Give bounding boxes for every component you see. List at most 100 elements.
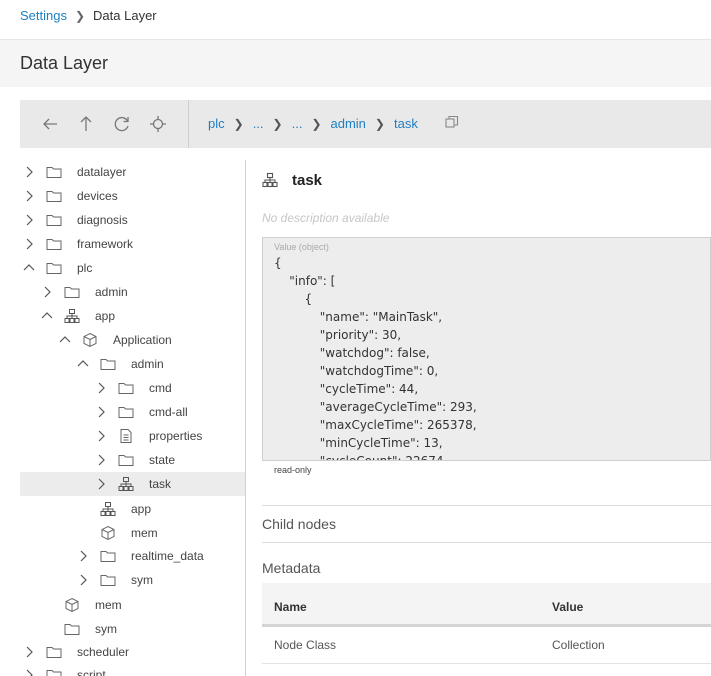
- tree-node[interactable]: devices: [20, 184, 245, 208]
- path-segment-ellipsis[interactable]: ...: [253, 116, 264, 131]
- tree-node-label: app: [95, 309, 116, 323]
- column-header-value[interactable]: Value: [552, 600, 583, 614]
- collapse-chevron-icon[interactable]: [40, 309, 54, 323]
- tree-node[interactable]: mem: [20, 593, 245, 617]
- tree-node[interactable]: datalayer: [20, 160, 245, 184]
- column-header-name[interactable]: Name: [274, 600, 307, 614]
- tree-node[interactable]: cmd-all: [20, 400, 245, 424]
- tree-node[interactable]: properties: [20, 424, 245, 448]
- tree-node-label: sym: [131, 573, 153, 587]
- panel-splitter[interactable]: [245, 160, 246, 676]
- tree-node-label: scheduler: [77, 645, 130, 659]
- metadata-table-header: Name Value: [262, 583, 711, 627]
- value-box[interactable]: Value (object) { "info": [ { "name": "Ma…: [262, 237, 711, 461]
- path-segment-admin[interactable]: admin: [331, 116, 366, 131]
- tree-node[interactable]: sym: [20, 617, 245, 641]
- collapse-chevron-icon[interactable]: [22, 261, 36, 275]
- expand-chevron-icon[interactable]: [94, 477, 108, 491]
- folder-icon: [46, 260, 62, 276]
- folder-icon: [64, 284, 80, 300]
- value-type-label: Value (object): [274, 242, 329, 252]
- metadata-value-cell: Collection: [552, 638, 605, 652]
- folder-icon: [46, 164, 62, 180]
- path-segment-ellipsis[interactable]: ...: [292, 116, 303, 131]
- tree-node[interactable]: app: [20, 304, 245, 328]
- tree-node[interactable]: state: [20, 448, 245, 472]
- tree-node[interactable]: framework: [20, 232, 245, 256]
- tree-node-label: task: [149, 477, 172, 491]
- chevron-right-icon: ❯: [311, 116, 322, 131]
- tree-node[interactable]: mem: [20, 521, 245, 545]
- path-segment-task[interactable]: task: [394, 116, 418, 131]
- tree-node[interactable]: cmd: [20, 376, 245, 400]
- expand-chevron-icon[interactable]: [22, 237, 36, 251]
- divider: [262, 505, 711, 506]
- expand-chevron-icon[interactable]: [94, 405, 108, 419]
- tree-node-label: app: [131, 502, 152, 516]
- folder-icon: [118, 452, 134, 468]
- tree-node-label: mem: [131, 526, 158, 540]
- tree-node[interactable]: realtime_data: [20, 544, 245, 568]
- chevron-right-icon: ❯: [272, 116, 283, 131]
- tree-node-label: state: [149, 453, 176, 467]
- tree-node[interactable]: task: [20, 472, 245, 496]
- tree-node[interactable]: sym: [20, 568, 245, 592]
- chevron-right-icon: ❯: [233, 116, 244, 131]
- tree-node[interactable]: admin: [20, 280, 245, 304]
- node-title-text: task: [292, 171, 323, 189]
- no-description-text: No description available: [262, 211, 390, 225]
- collapse-chevron-icon[interactable]: [76, 357, 90, 371]
- breadcrumb: Settings ❯ Data Layer: [20, 8, 157, 23]
- folder-icon: [46, 236, 62, 252]
- read-only-label: read-only: [274, 465, 312, 475]
- tree-node-label: admin: [131, 357, 164, 371]
- folder-icon: [100, 548, 116, 564]
- back-arrow-icon[interactable]: [38, 112, 62, 136]
- expand-chevron-icon[interactable]: [22, 213, 36, 227]
- cube-icon: [82, 332, 98, 348]
- tree-node[interactable]: script: [20, 663, 245, 676]
- expand-chevron-icon[interactable]: [22, 645, 36, 659]
- expand-chevron-icon[interactable]: [22, 189, 36, 203]
- tree-node-label: devices: [77, 189, 118, 203]
- expand-chevron-icon[interactable]: [94, 453, 108, 467]
- value-json-text: { "info": [ { "name": "MainTask", "prior…: [274, 256, 477, 461]
- tree-node[interactable]: scheduler: [20, 640, 245, 664]
- folder-icon: [46, 212, 62, 228]
- node-title: task: [262, 170, 322, 190]
- folder-icon: [46, 667, 62, 676]
- copy-path-icon[interactable]: [444, 114, 464, 134]
- path-segment-plc[interactable]: plc: [208, 116, 225, 131]
- expand-chevron-icon[interactable]: [40, 285, 54, 299]
- datalayer-toolbar: plc ❯ ... ❯ ... ❯ admin ❯ task: [20, 100, 711, 148]
- expand-chevron-icon[interactable]: [76, 573, 90, 587]
- node-hierarchy-icon: [262, 172, 278, 188]
- tree-node[interactable]: plc: [20, 256, 245, 280]
- tree-node-label: Application: [113, 333, 172, 347]
- tree-node[interactable]: app: [20, 497, 245, 521]
- tree-node[interactable]: diagnosis: [20, 208, 245, 232]
- tree-node[interactable]: Application: [20, 328, 245, 352]
- expand-chevron-icon[interactable]: [94, 429, 108, 443]
- collapse-chevron-icon[interactable]: [58, 333, 72, 347]
- tree-node[interactable]: admin: [20, 352, 245, 376]
- child-nodes-heading[interactable]: Child nodes: [262, 516, 711, 532]
- node-detail-panel: task No description available Value (obj…: [262, 160, 711, 676]
- up-arrow-icon[interactable]: [74, 112, 98, 136]
- node-hierarchy-icon: [64, 308, 80, 324]
- refresh-icon[interactable]: [110, 112, 134, 136]
- folder-icon: [118, 404, 134, 420]
- breadcrumb-settings-link[interactable]: Settings: [20, 8, 67, 23]
- tree-node-label: mem: [95, 598, 122, 612]
- node-hierarchy-icon: [118, 476, 134, 492]
- metadata-name-cell: Node Class: [274, 638, 337, 652]
- page-header: Data Layer: [0, 40, 711, 87]
- folder-icon: [100, 572, 116, 588]
- expand-chevron-icon[interactable]: [22, 165, 36, 179]
- tree-node-label: sym: [95, 622, 117, 636]
- metadata-heading[interactable]: Metadata: [262, 560, 711, 576]
- expand-chevron-icon[interactable]: [76, 549, 90, 563]
- expand-chevron-icon[interactable]: [94, 381, 108, 395]
- expand-chevron-icon[interactable]: [22, 668, 36, 676]
- locate-icon[interactable]: [146, 112, 170, 136]
